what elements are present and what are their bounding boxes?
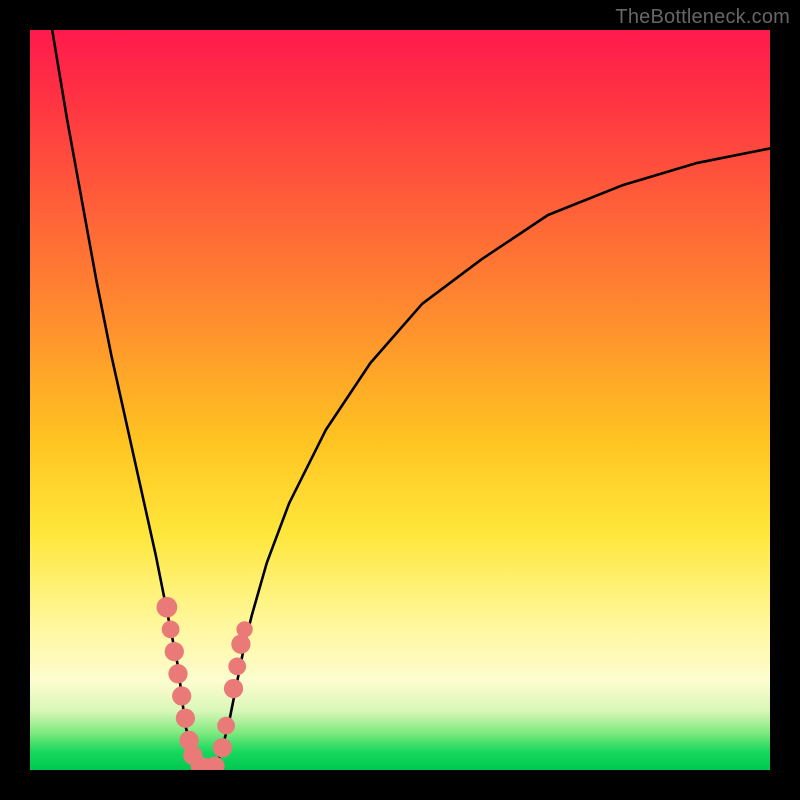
marker-dot: [176, 709, 195, 728]
marker-dot: [165, 642, 184, 661]
plot-area: [30, 30, 770, 770]
marker-dot: [236, 621, 252, 637]
marker-dot: [228, 658, 246, 676]
marker-dot: [157, 597, 178, 618]
marker-dot: [224, 679, 243, 698]
chart-frame: TheBottleneck.com: [0, 0, 800, 800]
curve-right-branch: [215, 148, 770, 770]
marker-dot: [231, 635, 250, 654]
marker-dot: [172, 686, 191, 705]
marker-dot: [162, 621, 180, 639]
curve-layer: [52, 30, 770, 770]
watermark-text: TheBottleneck.com: [615, 6, 790, 29]
marker-layer: [157, 597, 253, 770]
marker-dot: [168, 664, 187, 683]
marker-dot: [213, 738, 232, 757]
chart-svg: [30, 30, 770, 770]
marker-dot: [217, 717, 235, 735]
